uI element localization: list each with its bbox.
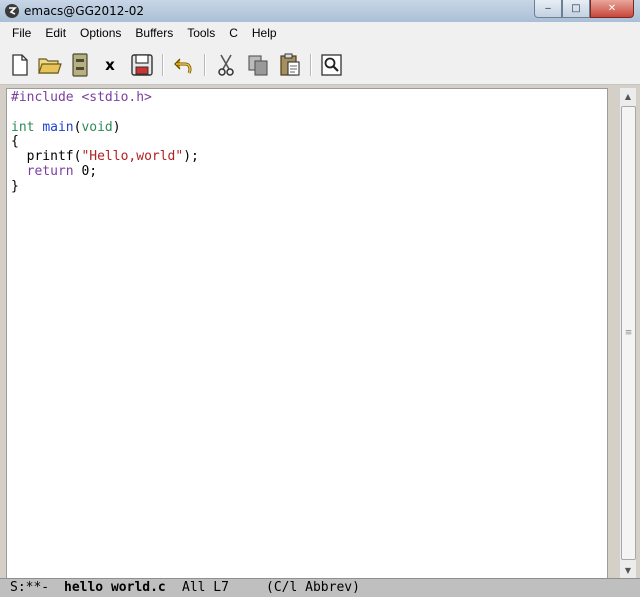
editor-window[interactable]: #include <stdio.h> int main(void) { prin… xyxy=(6,88,608,580)
modeline-buffer-name[interactable]: hello world.c xyxy=(64,579,166,597)
menu-buffers[interactable]: Buffers xyxy=(129,26,179,40)
code-buffer[interactable]: #include <stdio.h> int main(void) { prin… xyxy=(11,90,199,195)
code-line: { xyxy=(11,134,19,150)
minimize-button[interactable]: ‒ xyxy=(534,0,562,18)
save-button[interactable] xyxy=(130,53,154,77)
copy-icon xyxy=(248,55,268,76)
include-directive: #include <stdio.h> xyxy=(11,90,152,105)
search-icon xyxy=(321,54,342,76)
new-file-icon xyxy=(12,54,28,76)
modeline-position: All L7 xyxy=(182,580,229,595)
code-line: printf("Hello,world"); xyxy=(11,149,199,165)
toolbar: x xyxy=(0,44,640,85)
menu-options[interactable]: Options xyxy=(74,26,127,40)
window-title: emacs@GG2012-02 xyxy=(24,4,145,18)
code-line: #include <stdio.h> xyxy=(11,90,152,105)
paste-button[interactable] xyxy=(278,53,302,77)
save-icon xyxy=(131,54,153,76)
code-line: int main(void) xyxy=(11,119,121,135)
emacs-app-icon xyxy=(4,3,20,19)
title-bar[interactable]: emacs@GG2012-02 ‒ □ ✕ xyxy=(0,0,640,23)
emacs-frame: File Edit Options Buffers Tools C Help x xyxy=(0,22,640,616)
maximize-button[interactable]: □ xyxy=(562,0,590,18)
window-controls: ‒ □ ✕ xyxy=(534,0,634,18)
copy-button[interactable] xyxy=(246,53,270,77)
minibuffer[interactable] xyxy=(0,597,640,616)
new-file-button[interactable] xyxy=(8,53,32,77)
menu-help[interactable]: Help xyxy=(246,26,283,40)
grip-icon: ≡ xyxy=(624,328,633,338)
open-folder-icon xyxy=(38,58,62,74)
cut-icon xyxy=(218,54,234,76)
menu-c[interactable]: C xyxy=(223,26,244,40)
modeline-status: S:**- xyxy=(10,580,50,595)
kill-buffer-button[interactable]: x xyxy=(98,53,122,77)
code-line: return 0; xyxy=(26,163,98,179)
menu-bar: File Edit Options Buffers Tools C Help xyxy=(0,22,640,44)
undo-button[interactable] xyxy=(172,53,196,77)
toolbar-separator xyxy=(162,54,164,76)
undo-icon xyxy=(174,58,192,74)
toolbar-separator xyxy=(310,54,312,76)
paste-icon xyxy=(280,53,300,76)
vertical-scrollbar[interactable]: ▲ ≡ ▼ xyxy=(619,88,636,578)
modeline-major-mode[interactable]: (C/l Abbrev) xyxy=(266,579,360,597)
menu-file[interactable]: File xyxy=(6,26,37,40)
scrollbar-thumb[interactable]: ≡ xyxy=(621,106,636,560)
cut-button[interactable] xyxy=(214,53,238,77)
toolbar-separator xyxy=(204,54,206,76)
mode-line[interactable]: S:**- hello world.c All L7 (C/l Abbrev) xyxy=(0,578,640,597)
open-file-button[interactable] xyxy=(38,53,62,77)
menu-edit[interactable]: Edit xyxy=(39,26,72,40)
open-directory-icon xyxy=(72,53,88,77)
scroll-up-arrow[interactable]: ▲ xyxy=(620,88,636,104)
close-window-button[interactable]: ✕ xyxy=(590,0,634,18)
search-button[interactable] xyxy=(320,53,344,77)
dired-button[interactable] xyxy=(68,53,92,77)
menu-tools[interactable]: Tools xyxy=(181,26,221,40)
scroll-down-arrow[interactable]: ▼ xyxy=(620,562,636,578)
close-buffer-icon: x xyxy=(105,56,115,74)
code-line: } xyxy=(11,178,19,194)
